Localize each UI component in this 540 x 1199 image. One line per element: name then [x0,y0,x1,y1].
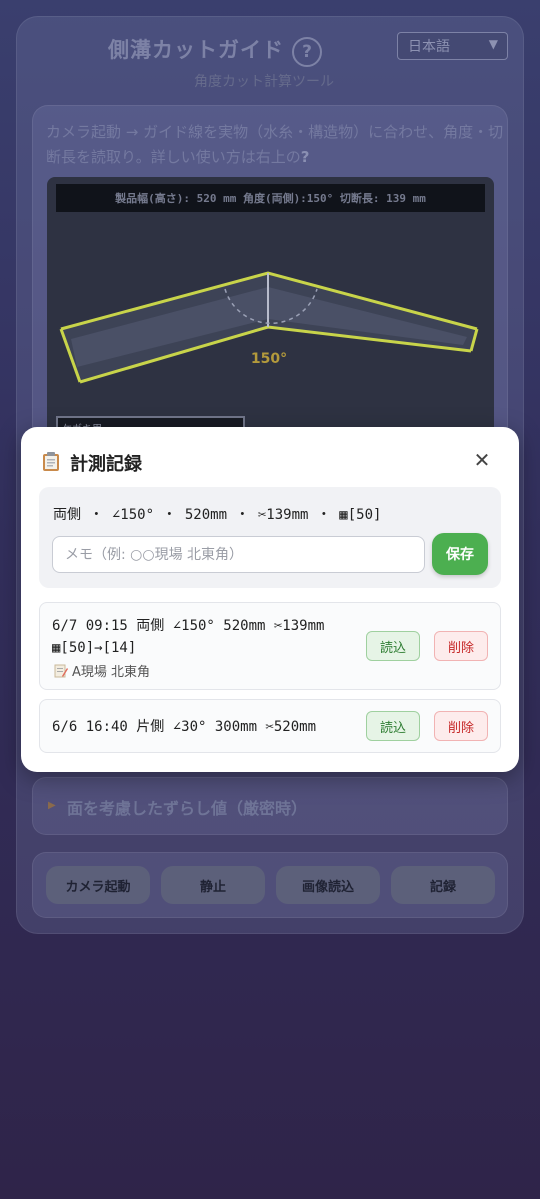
record-1-memo: A現場 北東角 [54,661,150,680]
record-1-memo-text: A現場 北東角 [72,665,151,680]
guide-instructions: カメラ起動 → ガイド線を実物（水糸・構造物）に合わせ、角度・切断長を読取り。詳… [46,120,510,170]
load-image-button[interactable]: 画像読込 [276,866,380,904]
memo-input[interactable] [52,536,425,573]
angle-label: 150° [251,351,287,367]
measurement-readout: 製品幅(高さ): 520 mm 角度(両側):150° 切断長: 139 mm [56,184,485,212]
caret-right-icon: ▶ [48,800,56,811]
record-2-load-button[interactable]: 読込 [366,711,420,741]
current-measurement-summary: 両側 ・ ∠150° ・ 520mm ・ ✂139mm ・ ▦[50] [53,507,382,523]
close-icon[interactable]: ✕ [470,448,494,472]
chevron-down-icon: ▼ [488,37,498,51]
save-button[interactable]: 保存 [432,533,488,575]
clipboard-icon [43,452,59,471]
guide-help-mark: ? [300,148,310,166]
language-select[interactable]: 日本語 ▼ [397,32,508,60]
record-2-delete-button[interactable]: 削除 [434,711,488,741]
modal-title: 計測記録 [70,454,142,475]
app-title: 側溝カットガイド [108,38,284,62]
record-1-line1: 6/7 09:15 両側 ∠150° 520mm ✂139mm [52,618,325,634]
guide-instructions-text: カメラ起動 → ガイド線を実物（水糸・構造物）に合わせ、角度・切断長を読取り。詳… [46,123,504,166]
freeze-button[interactable]: 静止 [161,866,265,904]
record-1-load-button[interactable]: 読込 [366,631,420,661]
memo-icon [54,664,68,677]
record-button[interactable]: 記録 [391,866,495,904]
record-1-line2: ▦[50]→[14] [52,640,137,656]
record-1-delete-button[interactable]: 削除 [434,631,488,661]
offset-accordion-label: 面を考慮したずらし値（厳密時） [67,799,308,818]
language-value: 日本語 [408,39,450,55]
help-button[interactable]: ? [292,37,322,67]
record-2-line1: 6/6 16:40 片側 ∠30° 300mm ✂520mm [52,719,317,735]
app-subtitle: 角度カット計算ツール [194,74,334,90]
camera-overlay: 150° [59,271,479,384]
camera-start-button[interactable]: カメラ起動 [46,866,150,904]
